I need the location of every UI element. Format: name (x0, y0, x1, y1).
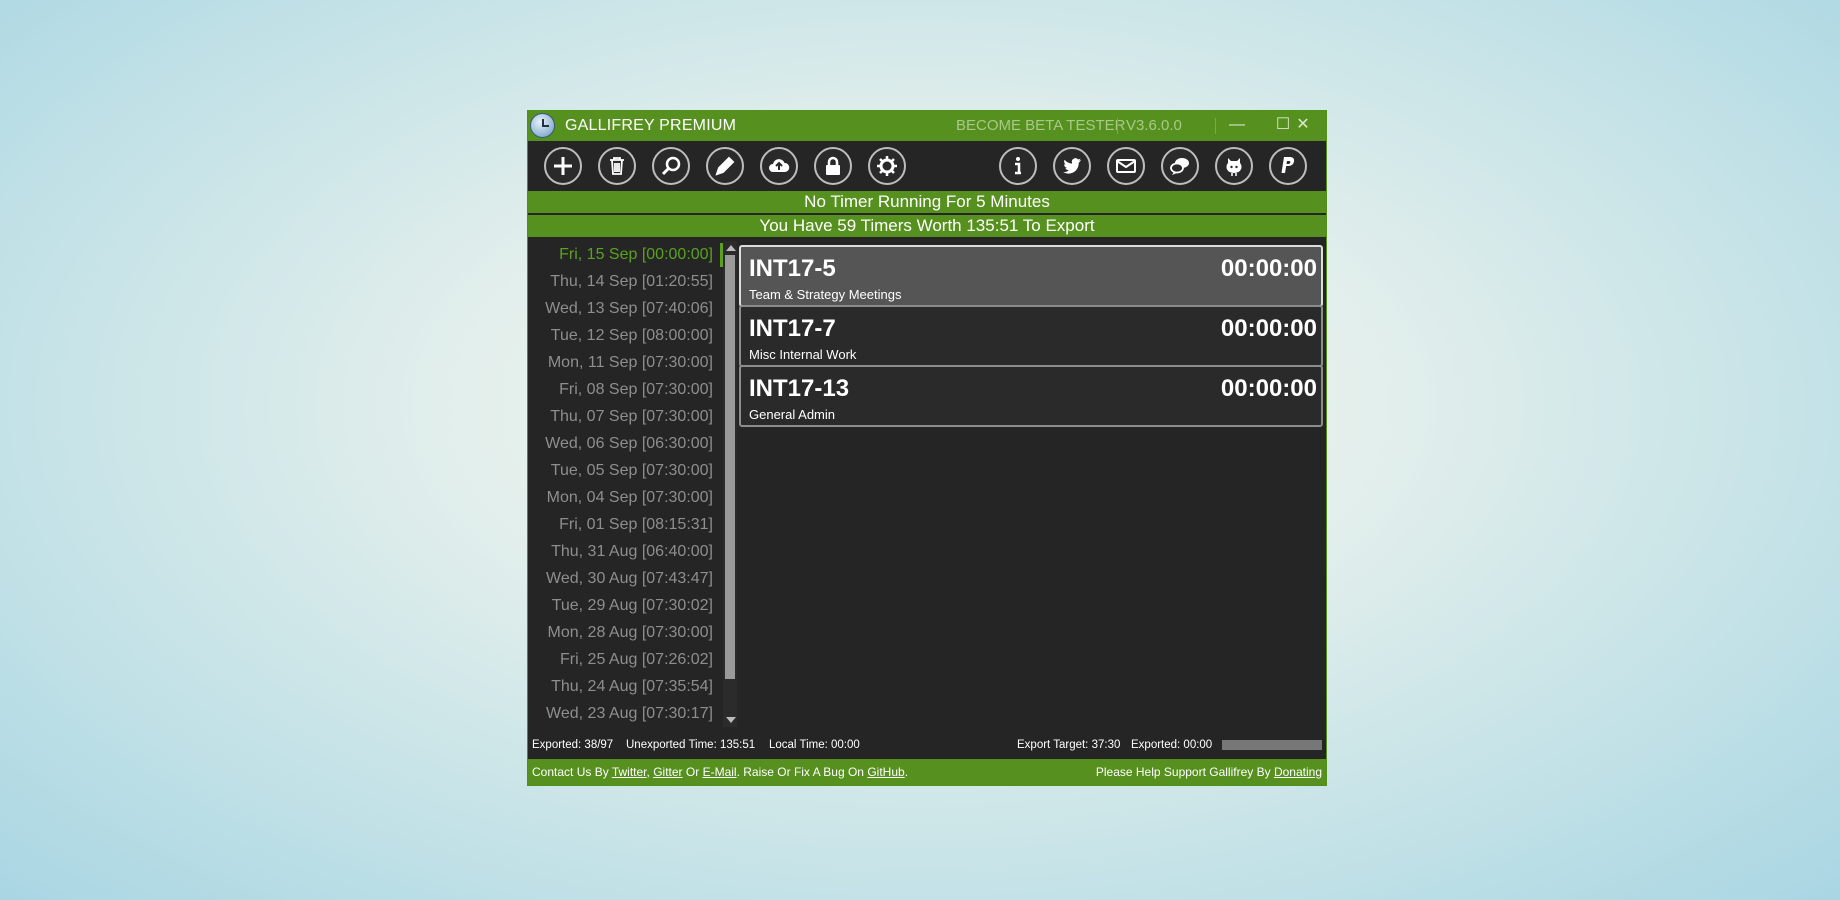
date-list-item[interactable]: Wed, 23 Aug [07:30:17] (528, 700, 723, 727)
add-timer-button[interactable] (544, 147, 582, 185)
email-button[interactable] (1107, 147, 1145, 185)
date-list-scrollbar[interactable] (723, 241, 737, 727)
timer-code: INT17-7 (749, 315, 836, 342)
delete-timer-button[interactable] (598, 147, 636, 185)
paypal-icon (1281, 157, 1295, 173)
date-list-item[interactable]: Thu, 07 Sep [07:30:00] (528, 403, 723, 430)
search-icon (661, 156, 681, 176)
gitter-link[interactable]: Gitter (653, 765, 682, 779)
scrollbar-thumb[interactable] (725, 255, 735, 679)
date-list-item[interactable]: Mon, 04 Sep [07:30:00] (528, 484, 723, 511)
support-links: Please Help Support Gallifrey By Donatin… (1096, 765, 1322, 779)
chat-icon (1170, 158, 1189, 175)
raise-bug-text: . Raise Or Fix A Bug On (736, 765, 864, 779)
export-target: Export Target: 37:30 (1017, 739, 1121, 751)
timer-code: INT17-13 (749, 375, 850, 402)
export-button[interactable] (760, 147, 798, 185)
app-title: GALLIFREY PREMIUM (565, 117, 737, 134)
date-list-item[interactable]: Wed, 30 Aug [07:43:47] (528, 565, 723, 592)
version-label: V3.6.0.0 (1126, 117, 1182, 134)
github-link[interactable]: GitHub (867, 765, 904, 779)
timer-description: Misc Internal Work (749, 347, 857, 362)
date-list-item[interactable]: Tue, 12 Sep [08:00:00] (528, 322, 723, 349)
exported-count: Exported: 38/97 (532, 739, 614, 751)
local-time: Local Time: 00:00 (769, 739, 860, 751)
scroll-up-arrow-icon[interactable] (726, 245, 736, 251)
date-list-item[interactable]: Thu, 14 Sep [01:20:55] (528, 268, 723, 295)
minimize-icon: — (1229, 116, 1245, 133)
minimize-button[interactable]: — (1214, 111, 1260, 141)
date-list-item[interactable]: Fri, 08 Sep [07:30:00] (528, 376, 723, 403)
add-icon (554, 157, 572, 175)
clock-icon (530, 113, 555, 138)
date-list-item[interactable]: Wed, 13 Sep [07:40:06] (528, 295, 723, 322)
info-icon (1015, 157, 1021, 175)
date-list-item[interactable]: Thu, 24 Aug [07:35:54] (528, 673, 723, 700)
contact-prefix: Contact Us By (532, 765, 609, 779)
close-icon: ✕ (1296, 116, 1310, 133)
close-button[interactable]: ✕ (1280, 111, 1326, 141)
timer-card[interactable]: INT17-13 00:00:00 General Admin (739, 365, 1323, 427)
date-list-item[interactable]: Wed, 06 Sep [06:30:00] (528, 430, 723, 457)
email-icon (1116, 159, 1136, 173)
toolbar (528, 141, 1326, 191)
timer-card[interactable]: INT17-5 00:00:00 Team & Strategy Meetings (739, 245, 1323, 307)
date-list: Fri, 15 Sep [00:00:00] Thu, 14 Sep [01:20… (528, 241, 723, 727)
date-list-item[interactable]: Fri, 25 Aug [07:26:02] (528, 646, 723, 673)
become-beta-tester-link[interactable]: BECOME BETA TESTER (956, 117, 1125, 134)
chat-button[interactable] (1161, 147, 1199, 185)
or-text: Or (685, 765, 700, 779)
lock-button[interactable] (814, 147, 852, 185)
exported-time: Exported: 00:00 (1131, 739, 1213, 751)
comma-text: , (646, 765, 650, 779)
timer-card[interactable]: INT17-7 00:00:00 Misc Internal Work (739, 305, 1323, 367)
date-list-item[interactable]: Fri, 15 Sep [00:00:00] (528, 241, 723, 268)
date-list-item[interactable]: Mon, 11 Sep [07:30:00] (528, 349, 723, 376)
title-bar: GALLIFREY PREMIUM BECOME BETA TESTER V3.… (528, 111, 1326, 141)
period-text: . (904, 765, 909, 779)
export-progress-bar (1222, 740, 1322, 750)
lock-icon (826, 156, 840, 175)
contact-links: Contact Us By Twitter, Gitter Or E-Mail.… (532, 765, 908, 779)
search-button[interactable] (652, 147, 690, 185)
info-button[interactable] (999, 147, 1037, 185)
gallifrey-window: GALLIFREY PREMIUM BECOME BETA TESTER V3.… (527, 110, 1327, 786)
date-list-item[interactable]: Fri, 01 Sep [08:15:31] (528, 511, 723, 538)
cloud-upload-icon (769, 159, 790, 172)
timer-description: General Admin (749, 407, 835, 422)
footer: Contact Us By Twitter, Gitter Or E-Mail.… (528, 759, 1326, 785)
export-summary-banner[interactable]: You Have 59 Timers Worth 135:51 To Expor… (528, 215, 1326, 237)
settings-button[interactable] (868, 147, 906, 185)
support-prefix: Please Help Support Gallifrey By (1095, 765, 1271, 779)
twitter-icon (1063, 158, 1081, 174)
date-list-item[interactable]: Tue, 05 Sep [07:30:00] (528, 457, 723, 484)
timer-duration: 00:00:00 (1220, 315, 1317, 342)
edit-timer-button[interactable] (706, 147, 744, 185)
title-separator (1117, 118, 1118, 134)
settings-icon (877, 156, 897, 176)
timer-duration: 00:00:00 (1220, 375, 1317, 402)
timer-description: Team & Strategy Meetings (749, 287, 902, 302)
timer-duration: 00:00:00 (1220, 255, 1317, 282)
twitter-button[interactable] (1053, 147, 1091, 185)
email-link[interactable]: E-Mail (703, 765, 737, 779)
date-list-item[interactable]: Mon, 28 Aug [07:30:00] (528, 619, 723, 646)
unexported-time: Unexported Time: 135:51 (626, 739, 756, 751)
github-button[interactable] (1215, 147, 1253, 185)
timer-code: INT17-5 (749, 255, 836, 282)
delete-icon (610, 157, 624, 175)
github-icon (1226, 158, 1242, 176)
date-list-item[interactable]: Tue, 29 Aug [07:30:02] (528, 592, 723, 619)
scroll-down-arrow-icon[interactable] (726, 717, 736, 723)
twitter-link[interactable]: Twitter (612, 765, 647, 779)
edit-icon (715, 156, 735, 176)
paypal-button[interactable] (1269, 147, 1307, 185)
timer-running-banner: No Timer Running For 5 Minutes (528, 191, 1326, 213)
date-list-item[interactable]: Thu, 31 Aug [06:40:00] (528, 538, 723, 565)
status-bar: Exported: 38/97 Unexported Time: 135:51 … (528, 733, 1326, 757)
donating-link[interactable]: Donating (1274, 765, 1322, 779)
